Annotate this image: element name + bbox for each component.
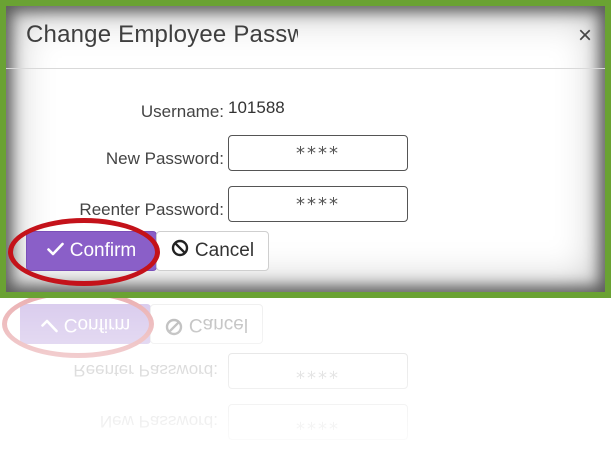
cancel-button[interactable]: Cancel — [156, 231, 269, 271]
close-icon[interactable]: × — [578, 24, 592, 48]
screenshot-frame: Change Employee Passw × Username: 101588… — [0, 0, 611, 298]
ban-icon — [171, 239, 189, 263]
username-label: Username: — [140, 102, 224, 121]
username-value: 101588 — [228, 98, 285, 117]
dialog-title: Change Employee Passw — [26, 21, 298, 48]
confirm-button[interactable]: Confirm — [26, 231, 157, 271]
confirm-label: Confirm — [69, 240, 137, 261]
new-password-label: New Password: — [105, 149, 224, 168]
reenter-password-field[interactable] — [228, 186, 408, 222]
reenter-password-label: Reenter Password: — [79, 200, 224, 219]
reflection: Confirm Cancel Reenter Password: **** Ne… — [0, 298, 611, 462]
cancel-label: Cancel — [194, 240, 255, 261]
reflection-fade — [0, 298, 611, 462]
check-icon — [46, 240, 64, 262]
change-password-dialog: Change Employee Passw × Username: 101588… — [6, 6, 605, 292]
new-password-field[interactable] — [228, 135, 408, 171]
dialog-header: Change Employee Passw × — [6, 6, 605, 69]
